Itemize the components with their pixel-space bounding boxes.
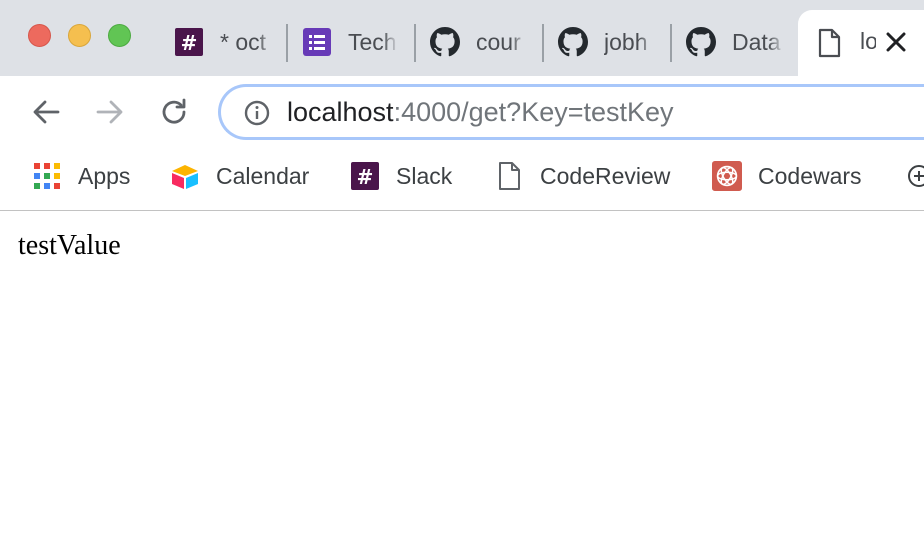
tab-separator — [414, 24, 416, 62]
window-maximize-button[interactable] — [108, 24, 131, 47]
tab-label: Tech — [348, 28, 397, 55]
close-tab-icon[interactable] — [884, 30, 908, 54]
window-close-button[interactable] — [28, 24, 51, 47]
codewars-icon — [712, 161, 742, 191]
bookmark-codewars[interactable]: Codewars — [712, 161, 862, 191]
site-info-icon[interactable] — [243, 99, 271, 127]
page-content: testValue — [0, 212, 924, 544]
tab-separator — [542, 24, 544, 62]
bookmark-calendar[interactable]: Calendar — [170, 161, 309, 191]
bookmark-label: Calendar — [216, 162, 310, 189]
apps-grid-icon — [32, 161, 62, 191]
github-icon — [430, 27, 460, 57]
svg-text:#: # — [357, 165, 374, 189]
tab-github-data[interactable]: Data — [686, 22, 786, 62]
tab-active-localhost[interactable]: lo — [798, 10, 924, 76]
bookmark-slack[interactable]: # Slack — [350, 161, 452, 191]
bookmarks-bar: Apps Calendar # Slack CodeReview Codewar… — [0, 148, 924, 211]
tab-label: lo — [860, 28, 876, 54]
github-icon — [558, 27, 588, 57]
bookmark-label: Slack — [396, 162, 453, 189]
back-button[interactable] — [30, 96, 62, 128]
tab-separator — [670, 24, 672, 62]
bookmark-label: Apps — [78, 162, 131, 189]
tab-strip: # * oct Tech cour jobh Data lo — [0, 0, 924, 76]
bookmark-overflow[interactable] — [904, 161, 924, 191]
url-host: localhost — [287, 97, 394, 127]
reload-button[interactable] — [158, 96, 190, 128]
url-path: :4000/get?Key=testKey — [393, 97, 674, 127]
slack-hash-icon: # — [350, 161, 380, 191]
browser-toolbar: localhost:4000/get?Key=testKey — [0, 76, 924, 148]
window-minimize-button[interactable] — [68, 24, 91, 47]
bookmark-codereview[interactable]: CodeReview — [494, 161, 670, 191]
tab-github-jobh[interactable]: jobh — [558, 22, 658, 62]
tab-slack-oct[interactable]: # * oct — [174, 22, 274, 62]
bookmark-label: CodeReview — [540, 162, 671, 189]
forward-button[interactable] — [94, 96, 126, 128]
bookmark-label: Codewars — [758, 162, 862, 189]
tab-label: cour — [476, 28, 521, 55]
tab-label: Data — [732, 28, 781, 55]
page-icon — [494, 161, 524, 191]
github-icon — [686, 27, 716, 57]
tab-separator — [286, 24, 288, 62]
address-bar[interactable]: localhost:4000/get?Key=testKey — [218, 84, 924, 140]
tab-github-cour[interactable]: cour — [430, 22, 530, 62]
response-text: testValue — [18, 230, 121, 261]
back-arrow-icon — [33, 100, 60, 124]
svg-text:#: # — [181, 31, 198, 55]
list-form-icon — [302, 27, 332, 57]
forward-arrow-icon — [96, 100, 123, 124]
reload-icon — [162, 98, 186, 124]
url-text[interactable]: localhost:4000/get?Key=testKey — [287, 97, 674, 128]
add-circle-icon — [904, 161, 924, 191]
slack-hash-icon: # — [174, 27, 204, 57]
calendar-icon — [170, 161, 200, 191]
tab-tech[interactable]: Tech — [302, 22, 402, 62]
bookmark-apps[interactable]: Apps — [32, 161, 130, 191]
tab-label: jobh — [604, 28, 648, 55]
page-icon — [816, 28, 842, 58]
tab-label: * oct — [220, 28, 267, 55]
